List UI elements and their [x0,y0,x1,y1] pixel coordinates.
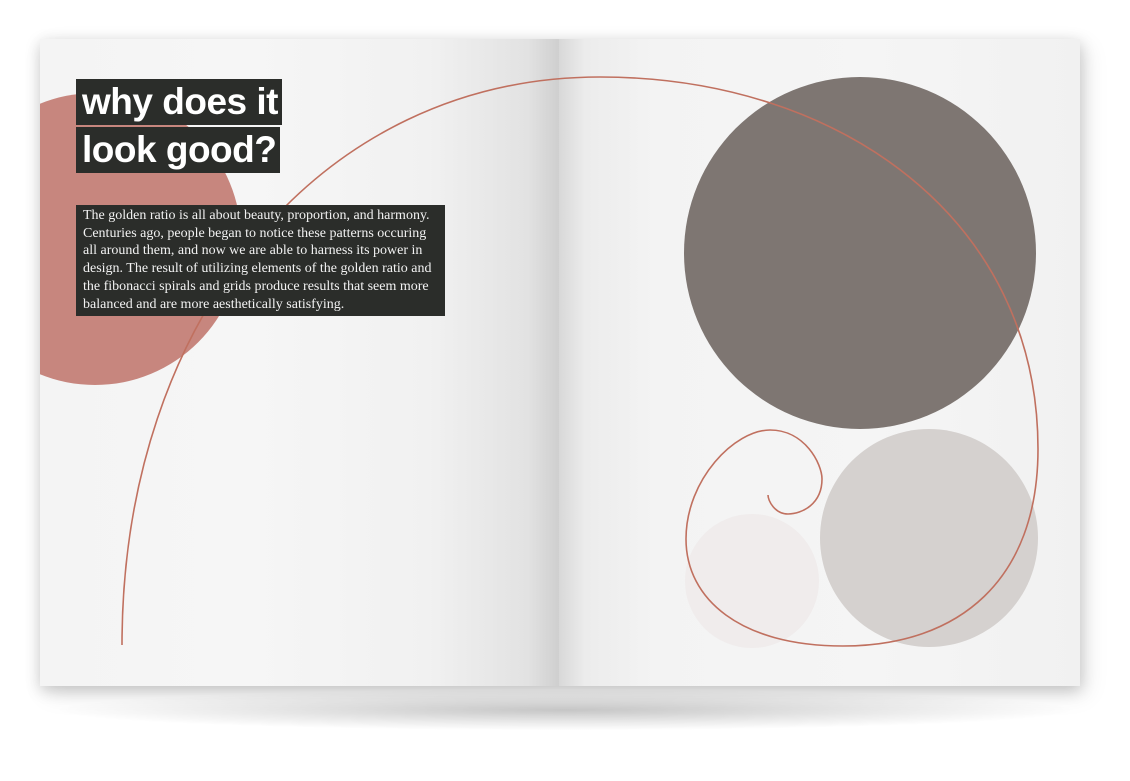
headline-line-2: look good? [76,127,281,173]
headline-line-1: why does it [76,79,282,125]
medium-gray-circle [820,429,1038,647]
large-gray-circle [684,77,1036,429]
spread-shadow [60,690,1070,730]
body-text-box: The golden ratio is all about beauty, pr… [76,205,445,317]
magazine-mockup: why does it look good? The golden ratio … [0,0,1130,781]
magazine-spread: why does it look good? The golden ratio … [40,39,1080,686]
small-gray-circle [685,514,819,648]
headline: why does it look good? [76,79,282,173]
body-text: The golden ratio is all about beauty, pr… [83,208,432,312]
